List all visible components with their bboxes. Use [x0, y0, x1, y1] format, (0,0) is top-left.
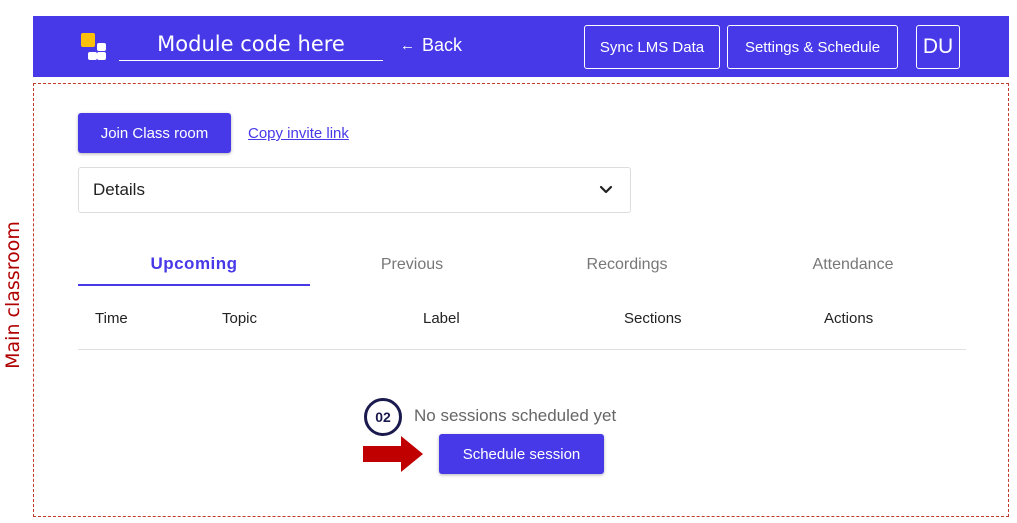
details-dropdown-label: Details	[93, 180, 145, 199]
details-dropdown[interactable]: Details	[78, 167, 631, 213]
column-header-topic: Topic	[222, 310, 258, 327]
column-header-actions: Actions	[824, 310, 874, 327]
copy-invite-link[interactable]: Copy invite link	[248, 125, 349, 142]
tab-attendance[interactable]: Attendance	[740, 244, 966, 286]
step-number-badge: 02	[364, 398, 402, 436]
sessions-table-header: Time Topic Label Sections Actions	[78, 304, 966, 350]
top-header-bar: ← Back Sync LMS Data Settings & Schedule…	[33, 16, 1009, 77]
back-link[interactable]: ← Back	[400, 35, 462, 56]
back-link-label: Back	[422, 35, 463, 55]
join-classroom-button[interactable]: Join Class room	[78, 113, 231, 153]
tab-upcoming[interactable]: Upcoming	[78, 244, 310, 286]
tab-recordings[interactable]: Recordings	[518, 244, 736, 286]
schedule-session-button[interactable]: Schedule session	[439, 434, 604, 474]
pointer-arrow-icon	[363, 436, 423, 472]
column-header-time: Time	[95, 310, 128, 327]
empty-state-text: No sessions scheduled yet	[414, 406, 617, 425]
arrow-left-icon: ←	[400, 37, 415, 54]
sync-lms-data-button[interactable]: Sync LMS Data	[584, 25, 720, 69]
user-avatar[interactable]: DU	[916, 25, 960, 69]
tab-previous[interactable]: Previous	[310, 244, 514, 286]
column-header-label: Label	[423, 310, 460, 327]
module-code-input[interactable]	[119, 28, 383, 61]
session-tabs: Upcoming Previous Recordings Attendance	[78, 244, 966, 286]
settings-schedule-button[interactable]: Settings & Schedule	[727, 25, 898, 69]
annotation-side-label-text: Main classroom	[2, 221, 24, 369]
main-classroom-area: Join Class room Copy invite link Details…	[33, 83, 1009, 517]
annotation-side-label: Main classroom	[1, 205, 25, 385]
column-header-sections: Sections	[624, 310, 682, 327]
app-logo-icon	[81, 33, 111, 61]
chevron-down-icon	[599, 185, 613, 194]
